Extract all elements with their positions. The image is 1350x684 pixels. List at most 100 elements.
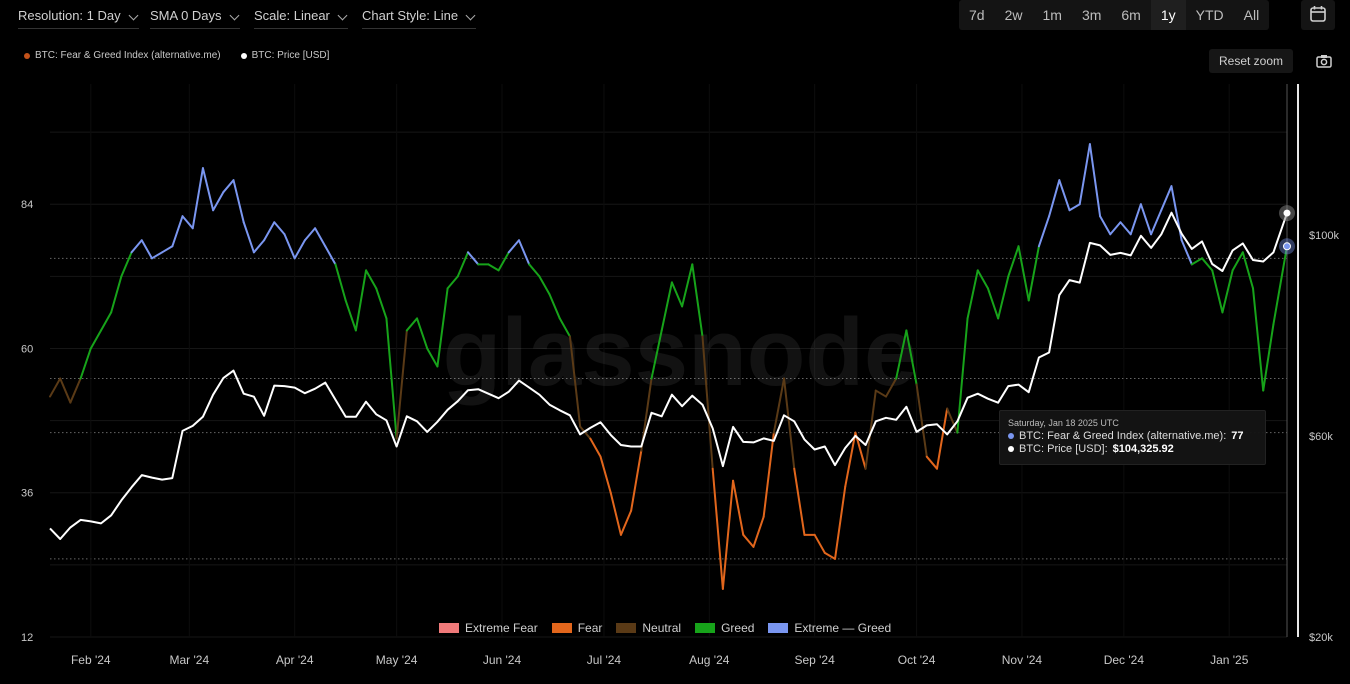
tooltip-price-value: $104,325.92	[1112, 443, 1174, 455]
tooltip-price-row: BTC: Price [USD]: $104,325.92	[1008, 443, 1174, 455]
x-axis-tick-label: Jun '24	[483, 653, 522, 667]
fng-line-segment	[324, 245, 337, 266]
fng-line-segment	[1058, 179, 1071, 212]
fng-line-segment	[517, 239, 531, 266]
fng-line-segment	[1262, 323, 1275, 392]
fng-line-segment	[99, 311, 113, 332]
fng-line-segment	[630, 449, 643, 512]
zone-legend: Extreme Fear Fear Neutral Greed Extreme …	[439, 621, 891, 635]
fng-line-segment	[426, 347, 439, 368]
fng-line-segment	[538, 275, 551, 296]
fng-line-segment	[1088, 143, 1102, 218]
fng-line-segment	[1252, 287, 1265, 392]
zone-legend-neutral[interactable]: Neutral	[616, 621, 681, 635]
fng-line-segment	[59, 377, 72, 404]
x-axis-tick-label: Feb '24	[71, 653, 111, 667]
zone-legend-extreme-fear[interactable]: Extreme Fear	[439, 621, 538, 635]
fng-line-segment	[1150, 209, 1163, 236]
zone-legend-extreme-greed[interactable]: Extreme — Greed	[768, 621, 891, 635]
fng-line-segment	[110, 275, 123, 314]
fng-line-segment	[1109, 221, 1122, 236]
x-axis-tick-label: May '24	[376, 653, 418, 667]
fng-line-segment	[49, 377, 62, 398]
fng-line-segment	[619, 509, 633, 536]
fng-line-segment	[181, 215, 194, 230]
fng-line-segment	[1099, 215, 1112, 236]
fng-line-segment	[334, 263, 347, 302]
right-axis-tick-label: $60k	[1309, 431, 1333, 443]
fng-line-segment	[171, 215, 184, 248]
x-axis-tick-label: Jan '25	[1210, 653, 1249, 667]
x-axis-tick-label: Sep '24	[794, 653, 835, 667]
fng-line-segment	[1037, 215, 1051, 248]
zone-legend-fear[interactable]: Fear	[551, 621, 603, 635]
tooltip-fng-row: BTC: Fear & Greed Index (alternative.me)…	[1008, 430, 1244, 442]
hover-markers	[1279, 84, 1295, 637]
fng-line-segment	[1068, 203, 1081, 212]
left-axis-tick-label: 60	[21, 343, 33, 355]
fng-line-segment	[721, 479, 735, 590]
fng-line-segment	[507, 239, 520, 254]
fng-line-segment	[599, 455, 612, 494]
fng-line-segment	[344, 299, 357, 332]
x-axis-tick-label: Apr '24	[276, 653, 314, 667]
x-axis-tick-label: Nov '24	[1002, 653, 1043, 667]
fng-line-segment	[252, 239, 266, 254]
left-axis-tick-label: 36	[21, 488, 33, 500]
zone-label-extreme-greed: Extreme — Greed	[794, 621, 892, 635]
fng-line-segment	[120, 251, 133, 278]
left-axis-tick-label: 84	[21, 199, 33, 211]
zone-label-neutral: Neutral	[642, 621, 682, 635]
fng-line-segment	[1190, 257, 1204, 266]
fng-line-segment	[140, 239, 153, 260]
fng-line-segment	[69, 377, 82, 404]
fng-line-segment	[487, 263, 500, 272]
watermark: glassnode	[443, 299, 918, 406]
fng-line-segment	[1160, 185, 1173, 212]
fng-line-segment	[456, 251, 469, 278]
fng-line-segment	[446, 275, 459, 290]
fng-line-segment	[273, 221, 286, 236]
fng-line-segment	[497, 251, 510, 272]
swatch-extreme-greed	[768, 623, 789, 633]
fng-line-segment	[150, 251, 164, 260]
zone-label-fear: Fear	[577, 621, 603, 635]
fng-line-segment	[1048, 179, 1061, 218]
fng-line-segment	[1017, 245, 1030, 302]
fng-line-segment	[365, 269, 378, 290]
chart-canvas[interactable]: glassnode 12 36 60 84 $20k $60k $100k Feb '24 Ma…	[0, 0, 1350, 684]
fng-line-segment	[1119, 221, 1132, 236]
tooltip-fng-label: BTC: Fear & Greed Index (alternative.me)…	[1019, 430, 1227, 442]
fng-line-segment	[222, 179, 235, 194]
fng-line-segment	[354, 269, 368, 332]
tooltip-price-dot	[1008, 446, 1014, 452]
fng-line-segment	[1078, 143, 1091, 206]
fng-line-segment	[528, 263, 541, 278]
fng-marker	[1283, 242, 1291, 251]
fng-line-segment	[375, 287, 388, 320]
fng-line-segment	[1007, 245, 1020, 278]
fng-line-segment	[130, 239, 143, 254]
x-axis-tick-label: Dec '24	[1104, 653, 1145, 667]
fng-line-segment	[997, 275, 1010, 320]
fng-line-segment	[813, 533, 826, 554]
fng-line-segment	[823, 551, 837, 560]
fng-line-segment	[762, 431, 775, 518]
tooltip: Saturday, Jan 18 2025 UTC BTC: Fear & Gr…	[999, 410, 1266, 465]
zone-legend-greed[interactable]: Greed	[695, 621, 754, 635]
swatch-fear	[551, 623, 572, 633]
fng-line-segment	[405, 317, 419, 332]
fng-line-segment	[976, 269, 989, 290]
price-marker	[1283, 209, 1291, 217]
fng-line-segment	[793, 467, 806, 536]
x-axis-tick-label: Mar '24	[170, 653, 210, 667]
tooltip-price-label: BTC: Price [USD]:	[1019, 443, 1108, 455]
fng-line-segment	[89, 329, 102, 350]
fng-line-segment	[986, 287, 1000, 320]
tooltip-fng-value: 77	[1231, 430, 1244, 442]
fng-line-segment	[416, 317, 429, 350]
fng-line-segment	[303, 227, 317, 242]
fng-line-segment	[742, 533, 755, 548]
fng-line-segment	[1027, 245, 1040, 302]
fng-line-segment	[609, 491, 622, 536]
